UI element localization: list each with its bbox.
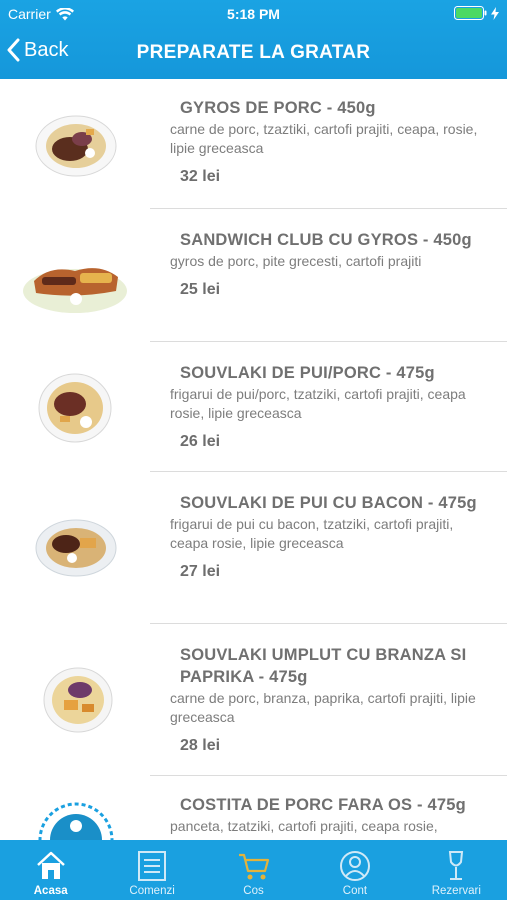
product-name: SOUVLAKI UMPLUT CU BRANZA SI PAPRIKA - 4…	[180, 646, 467, 686]
product-list: GYROS DE PORC - 450g carne de porc, tzaz…	[0, 79, 507, 840]
dish-image	[38, 802, 114, 840]
list-item[interactable]: SOUVLAKI DE PUI/PORC - 475g frigarui de …	[0, 342, 507, 472]
product-price: 27 lei	[180, 563, 221, 580]
dish-image	[35, 115, 117, 177]
charging-bolt-icon	[491, 6, 499, 20]
dish-image	[38, 373, 112, 443]
product-description: carne de porc, tzaztiki, cartofi prajiti…	[170, 121, 478, 156]
home-icon	[36, 851, 65, 879]
page-title: PREPARATE LA GRATAR	[136, 42, 371, 63]
product-description: frigarui de pui cu bacon, tzatziki, cart…	[170, 516, 454, 551]
product-description: carne de porc, branza, paprika, cartofi …	[170, 690, 476, 725]
tab-cont[interactable]: Cont	[304, 840, 405, 900]
status-bar: Carrier 5:18 PM	[0, 0, 507, 28]
tab-comenzi[interactable]: Comenzi	[101, 840, 202, 900]
tab-acasa[interactable]: Acasa	[0, 840, 101, 900]
list-item[interactable]: SOUVLAKI DE PUI CU BACON - 475g frigarui…	[0, 472, 507, 624]
list-icon	[138, 851, 167, 881]
product-price: 25 lei	[180, 281, 221, 298]
list-item[interactable]: COSTITA DE PORC FARA OS - 475g panceta, …	[0, 776, 507, 840]
tab-label: Acasa	[33, 885, 68, 897]
clock: 5:18 PM	[227, 6, 280, 22]
product-name: GYROS DE PORC - 450g	[180, 99, 376, 117]
wine-glass-icon	[449, 851, 464, 880]
product-name: SOUVLAKI DE PUI/PORC - 475g	[180, 364, 435, 382]
product-name: SOUVLAKI DE PUI CU BACON - 475g	[180, 494, 477, 512]
product-description: panceta, tzatziki, cartofi prajiti, ceap…	[170, 818, 438, 834]
tab-cos[interactable]: Cos	[203, 840, 304, 900]
product-description: gyros de porc, pite grecesti, cartofi pr…	[170, 253, 422, 269]
list-item[interactable]: GYROS DE PORC - 450g carne de porc, tzaz…	[0, 79, 507, 209]
tab-label: Cont	[342, 885, 368, 897]
tab-bar: Acasa Comenzi Cos Cont Rezervari	[0, 840, 507, 900]
tab-label: Comenzi	[129, 885, 175, 897]
product-name: SANDWICH CLUB CU GYROS - 450g	[180, 231, 472, 249]
dish-image	[35, 519, 117, 577]
user-icon	[339, 851, 370, 881]
tab-rezervari[interactable]: Rezervari	[406, 840, 507, 900]
list-item[interactable]: SOUVLAKI UMPLUT CU BRANZA SI PAPRIKA - 4…	[0, 624, 507, 776]
top-bar: Carrier 5:18 PM Back PREPARATE LA GRATAR	[0, 0, 507, 79]
battery-indicator	[454, 6, 499, 20]
navigation-bar: Back PREPARATE LA GRATAR	[0, 34, 507, 74]
product-price: 28 lei	[180, 737, 221, 754]
cart-icon	[238, 853, 269, 880]
dish-image	[23, 268, 127, 313]
tab-label: Cos	[243, 885, 264, 897]
battery-icon	[454, 6, 487, 20]
tab-label: Rezervari	[431, 885, 481, 897]
product-name: COSTITA DE PORC FARA OS - 475g	[180, 796, 466, 814]
product-price: 26 lei	[180, 433, 221, 450]
dish-image	[43, 667, 113, 733]
product-price: 32 lei	[180, 168, 221, 185]
product-description: frigarui de pui/porc, tzatziki, cartofi …	[170, 386, 466, 421]
list-item[interactable]: SANDWICH CLUB CU GYROS - 450g gyros de p…	[0, 209, 507, 342]
